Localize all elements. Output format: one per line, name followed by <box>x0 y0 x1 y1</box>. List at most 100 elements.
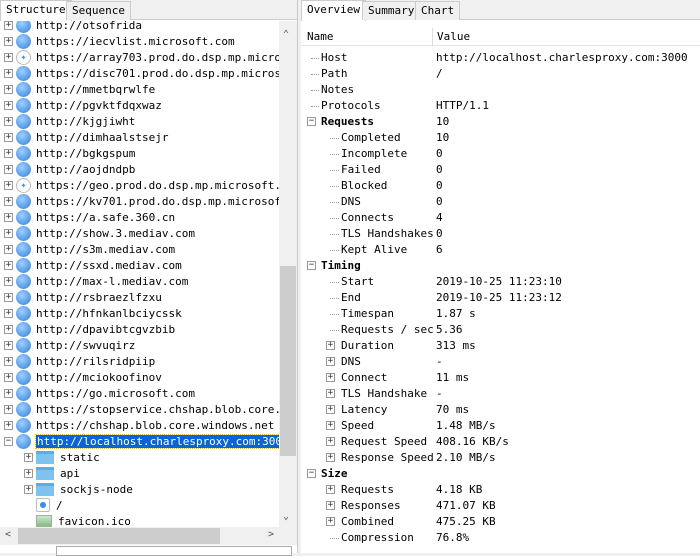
expand-icon[interactable]: + <box>326 341 335 350</box>
collapse-icon[interactable]: − <box>4 436 13 446</box>
tab-chart[interactable]: Chart <box>415 1 461 20</box>
tree-host-row[interactable]: + https://a.safe.360.cn <box>4 209 175 225</box>
overview-row[interactable]: Path / <box>301 66 700 82</box>
expand-icon[interactable]: + <box>4 84 13 94</box>
expand-icon[interactable]: + <box>326 453 335 462</box>
tree-host-row[interactable]: + http://kjgjiwht <box>4 113 135 129</box>
tab-sequence[interactable]: Sequence <box>66 1 131 20</box>
overview-row[interactable]: + Requests 4.18 KB <box>301 482 700 498</box>
overview-row[interactable]: Host http://localhost.charlesproxy.com:30… <box>301 50 700 66</box>
expand-icon[interactable]: + <box>4 36 13 46</box>
overview-row[interactable]: Notes <box>301 82 700 98</box>
expand-icon[interactable]: + <box>4 180 13 190</box>
expand-icon[interactable]: + <box>326 389 335 398</box>
column-divider[interactable] <box>432 28 433 46</box>
tree-host-row[interactable]: + http://hfnkanlbciycssk <box>4 305 182 321</box>
collapse-icon[interactable]: − <box>307 469 316 478</box>
tree-host-row[interactable]: + http://mciokoofinov <box>4 369 162 385</box>
overview-row[interactable]: Completed 10 <box>301 130 700 146</box>
scroll-right-icon[interactable]: > <box>268 529 274 540</box>
tree-host-row[interactable]: + http://mmetbqrwlfe <box>4 81 155 97</box>
expand-icon[interactable]: + <box>326 373 335 382</box>
column-header-name[interactable]: Name <box>307 30 334 43</box>
tree-host-row[interactable]: + http://aojdndpb <box>4 161 135 177</box>
overview-row[interactable]: + DNS - <box>301 354 700 370</box>
expand-icon[interactable]: + <box>326 501 335 510</box>
overview-row[interactable]: Kept Alive 6 <box>301 242 700 258</box>
expand-icon[interactable]: + <box>4 340 13 350</box>
scroll-up-icon[interactable]: ⌃ <box>283 29 289 40</box>
overview-row[interactable]: Requests / sec 5.36 <box>301 322 700 338</box>
tree-host-row[interactable]: + http://pgvktfdqxwaz <box>4 97 162 113</box>
expand-icon[interactable]: + <box>4 356 13 366</box>
tree-host-row[interactable]: + http://show.3.mediav.com <box>4 225 195 241</box>
horizontal-scroll-thumb[interactable] <box>18 528 220 544</box>
expand-icon[interactable]: + <box>4 420 13 430</box>
overview-row[interactable]: − Size <box>301 466 700 482</box>
vertical-scrollbar[interactable]: ⌃ ⌄ <box>279 21 297 527</box>
scroll-left-icon[interactable]: < <box>5 529 11 540</box>
expand-icon[interactable]: + <box>4 212 13 222</box>
expand-icon[interactable]: + <box>4 21 13 30</box>
overview-row[interactable]: + Speed 1.48 MB/s <box>301 418 700 434</box>
collapse-icon[interactable]: − <box>307 261 316 270</box>
tab-summary[interactable]: Summary <box>362 1 421 20</box>
tab-structure[interactable]: Structure <box>0 0 72 21</box>
overview-row[interactable]: Protocols HTTP/1.1 <box>301 98 700 114</box>
scroll-down-icon[interactable]: ⌄ <box>283 511 289 522</box>
overview-row[interactable]: + Duration 313 ms <box>301 338 700 354</box>
tab-overview[interactable]: Overview <box>301 0 366 21</box>
expand-icon[interactable]: + <box>4 308 13 318</box>
horizontal-scrollbar[interactable]: < > <box>0 527 297 545</box>
column-header-value[interactable]: Value <box>437 30 470 43</box>
overview-row[interactable]: Start 2019-10-25 11:23:10 <box>301 274 700 290</box>
expand-icon[interactable]: + <box>4 100 13 110</box>
tree-host-row[interactable]: + http://dpavibtcgvzbib <box>4 321 175 337</box>
expand-icon[interactable]: + <box>326 357 335 366</box>
tree-child-row[interactable]: + sockjs-node <box>24 481 133 497</box>
overview-row[interactable]: Incomplete 0 <box>301 146 700 162</box>
overview-row[interactable]: TLS Handshakes 0 <box>301 226 700 242</box>
overview-row[interactable]: Blocked 0 <box>301 178 700 194</box>
expand-icon[interactable]: + <box>4 52 13 62</box>
expand-icon[interactable]: + <box>4 196 13 206</box>
tree-host-row[interactable]: + http://swvuqirz <box>4 337 135 353</box>
tree-host-row[interactable]: − http://localhost.charlesproxy.com:3000 <box>4 433 279 449</box>
expand-icon[interactable]: + <box>24 484 33 494</box>
tree-host-row[interactable]: + http://rilsridpiip <box>4 353 155 369</box>
expand-icon[interactable]: + <box>4 372 13 382</box>
overview-row[interactable]: + Response Speed 2.10 MB/s <box>301 450 700 466</box>
expand-icon[interactable]: + <box>4 388 13 398</box>
expand-icon[interactable]: + <box>4 292 13 302</box>
vertical-scroll-thumb[interactable] <box>280 266 296 456</box>
tree-child-row[interactable]: + static <box>24 449 100 465</box>
expand-icon[interactable]: + <box>4 228 13 238</box>
tree-child-row[interactable]: + api <box>24 465 80 481</box>
overview-row[interactable]: + Request Speed 408.16 KB/s <box>301 434 700 450</box>
expand-icon[interactable]: + <box>4 404 13 414</box>
expand-icon[interactable]: + <box>326 517 335 526</box>
overview-row[interactable]: − Requests 10 <box>301 114 700 130</box>
tree-host-row[interactable]: + http://rsbraezlfzxu <box>4 289 162 305</box>
tree-host-row[interactable]: + https://kv701.prod.do.dsp.mp.microsoft.… <box>4 193 279 209</box>
tree-host-row[interactable]: +✦ https://array703.prod.do.dsp.mp.micros… <box>4 49 279 65</box>
tree-host-row[interactable]: + https://go.microsoft.com <box>4 385 195 401</box>
filter-input[interactable] <box>56 546 292 556</box>
tree-host-row[interactable]: + http://bgkgspum <box>4 145 135 161</box>
tree-host-row[interactable]: + https://stopservice.chshap.blob.core.wi… <box>4 401 279 417</box>
overview-row[interactable]: DNS 0 <box>301 194 700 210</box>
overview-row[interactable]: + Responses 471.07 KB <box>301 498 700 514</box>
expand-icon[interactable]: + <box>4 260 13 270</box>
tree-host-row[interactable]: + http://dimhaalstsejr <box>4 129 168 145</box>
collapse-icon[interactable]: − <box>307 117 316 126</box>
overview-row[interactable]: + Latency 70 ms <box>301 402 700 418</box>
expand-icon[interactable]: + <box>326 405 335 414</box>
expand-icon[interactable]: + <box>4 244 13 254</box>
overview-row[interactable]: + TLS Handshake - <box>301 386 700 402</box>
overview-row[interactable]: Timespan 1.87 s <box>301 306 700 322</box>
expand-icon[interactable]: + <box>326 437 335 446</box>
overview-row[interactable]: Connects 4 <box>301 210 700 226</box>
expand-icon[interactable]: + <box>326 421 335 430</box>
tree-host-row[interactable]: + https://iecvlist.microsoft.com <box>4 33 235 49</box>
expand-icon[interactable]: + <box>4 324 13 334</box>
